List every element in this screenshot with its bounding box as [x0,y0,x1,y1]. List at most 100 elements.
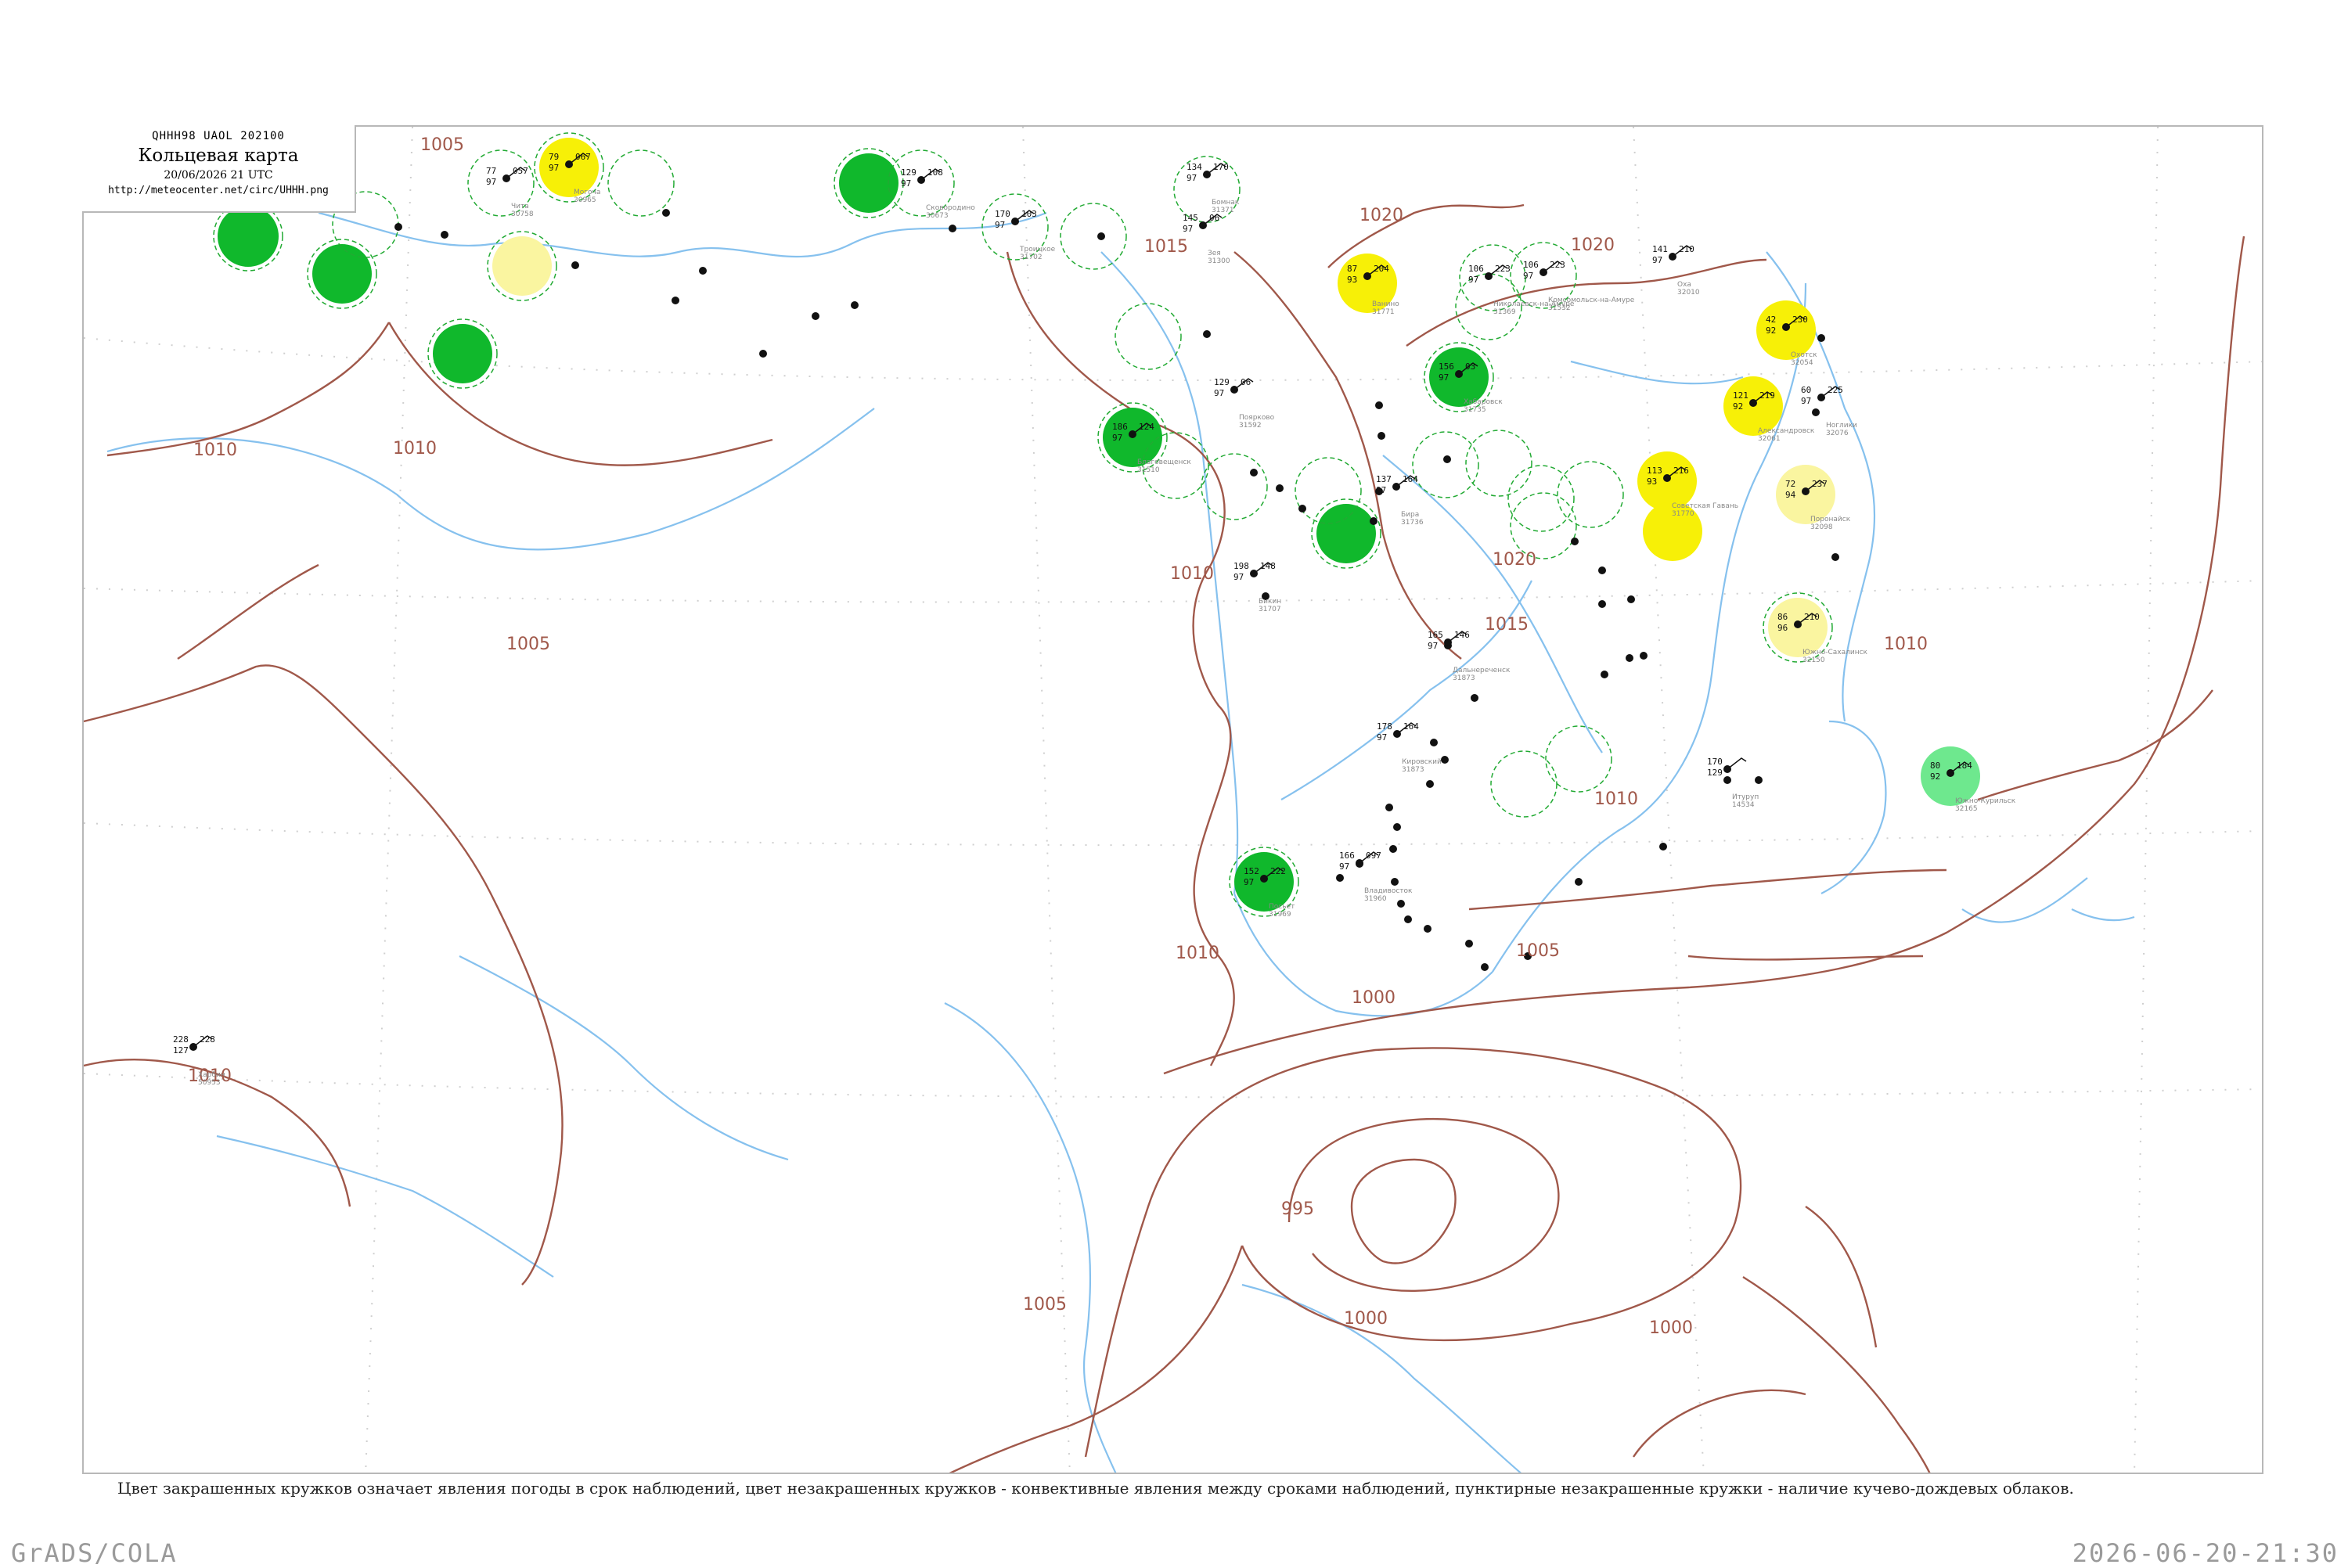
isobars [84,203,2245,1473]
station-id: 31969 [1269,911,1291,919]
station-id: 32010 [1677,289,1700,297]
station-temp: 134 [1187,162,1202,172]
station-plot[interactable]: 19897148Бикин31707 [1233,561,1281,613]
station-name: Оха [1677,281,1691,289]
station-name: Харбин [198,1071,225,1079]
station-name: Александровск [1758,427,1815,435]
station-visibility: 97 [486,177,496,187]
station-plot[interactable]: 13497170Бомнак31371 [1187,162,1240,214]
bulletin-codes: QHHH98 UAOL 202100 [152,130,285,142]
station-circle-rain [433,324,492,383]
isobar-label: 995 [1281,1199,1314,1219]
weather-circles [218,138,1980,912]
station-temp: 228 [173,1034,189,1045]
station-id: 31510 [1137,466,1160,474]
isobar-label: 1005 [1516,941,1560,961]
station-visibility: 93 [1347,275,1357,285]
station-visibility: 96 [1777,623,1788,633]
station-temp: 113 [1647,466,1662,476]
station-visibility: 93 [1647,477,1657,487]
station-plot[interactable]: 12997108Сковородино30673 [901,167,975,220]
chart-url[interactable]: http://meteocenter.net/circ/UHHH.png [82,185,355,196]
station-id: 32054 [1791,359,1813,367]
station-visibility: 94 [1785,490,1796,500]
station-circle-rain [839,153,899,213]
station-temp: 170 [995,209,1010,219]
timestamp: 2026-06-20-21:30 [2072,1538,2339,1568]
station-id: 32165 [1955,805,1978,813]
station-id: 50953 [198,1079,221,1087]
station-name: Посьет [1269,903,1295,911]
isobar-label: 1005 [1023,1295,1067,1314]
station-plot[interactable]: 14197210Оха32010 [1652,244,1700,297]
station-circle-rain [1316,504,1376,563]
station-plot[interactable]: 228127228Харбин50953 [173,1034,225,1087]
station-id: 31771 [1372,308,1395,316]
station-visibility: 97 [1214,388,1224,398]
station-id: 32076 [1826,430,1849,437]
station-temp: 80 [1930,761,1940,771]
station-id: 31592 [1239,422,1262,430]
station-temp: 198 [1233,561,1249,571]
isobar-label: 1015 [1485,615,1529,635]
isobar-label: 1015 [1144,237,1188,257]
isobar-label: 1020 [1493,550,1536,570]
station-visibility: 97 [1523,271,1533,281]
station-name: Ноглики [1826,422,1857,430]
station-plot[interactable]: 1459706Зея31300 [1183,213,1230,265]
station-plot[interactable]: 13797164Бира31736 [1376,474,1424,527]
station-visibility: 97 [1112,433,1122,443]
isobar-label: 1000 [1352,988,1395,1008]
station-temp: 166 [1339,851,1355,861]
isobar-label: 1010 [1884,635,1928,654]
station-temp: 87 [1347,264,1357,274]
station-visibility: 92 [1733,401,1743,412]
station-visibility: 92 [1766,325,1776,336]
station-name: Ванино [1372,300,1399,308]
chart-header: QHHH98 UAOL 202100 Кольцевая карта 20/06… [82,125,356,213]
station-plot[interactable]: 16697097Владивосток31960 [1339,851,1413,903]
station-temp: 145 [1183,213,1198,223]
isobar-label: 1010 [1170,564,1214,584]
station-visibility: 97 [1439,372,1449,383]
station-id: 31873 [1453,674,1475,682]
station-temp: 137 [1376,474,1392,484]
station-visibility: 97 [1652,255,1662,265]
station-temp: 60 [1801,385,1811,395]
station-visibility: 97 [1801,396,1811,406]
station-id: 31736 [1401,519,1424,527]
station-id: 31960 [1364,895,1387,903]
station-name: Кировский [1402,758,1442,766]
station-id: 30965 [574,196,596,204]
station-name: Поярково [1239,414,1275,422]
station-plot[interactable]: 170129 Итуруп14534 [1707,757,1759,809]
station-name: Дальнереченск [1453,667,1511,674]
station-visibility: 97 [901,178,911,189]
synoptic-map: 1005 1010 1010 1005 1010 1015 1020 1020 1015 1020… [84,127,2262,1473]
station-plot[interactable]: 16597146Дальнереченск31873 [1428,630,1511,682]
station-plot[interactable]: 17897164Кировский31873 [1377,721,1442,774]
isobar-label: 1020 [1571,236,1615,255]
station-id: 31371 [1212,207,1234,214]
station-temp: 121 [1733,390,1748,401]
chart-title: Кольцевая карта [138,146,299,166]
station-id: 31702 [1020,254,1043,261]
station-name: Чита [511,203,529,210]
station-visibility: 92 [1930,771,1940,782]
station-temp: 129 [1214,377,1230,387]
station-plot[interactable]: 7797057Чита30758 [486,166,534,218]
station-id: 30758 [511,210,534,218]
station-plot[interactable]: 1299706Поярково31592 [1214,377,1275,430]
station-visibility: 97 [1339,861,1349,872]
station-temp: 141 [1652,244,1668,254]
station-id: 32150 [1802,656,1825,664]
station-name: Сковородино [926,204,975,212]
station-plots: 1569703Хабаровск3173510697223Николаевск-… [173,152,2016,1087]
station-name: Бомнак [1212,199,1240,207]
station-name: Троицкое [1019,246,1056,254]
station-visibility: 97 [1428,641,1438,651]
isobar-label: 1005 [420,135,464,155]
station-temp: 152 [1244,866,1259,876]
station-id: 31707 [1259,606,1281,613]
station-name: Южно-Сахалинск [1802,649,1868,656]
